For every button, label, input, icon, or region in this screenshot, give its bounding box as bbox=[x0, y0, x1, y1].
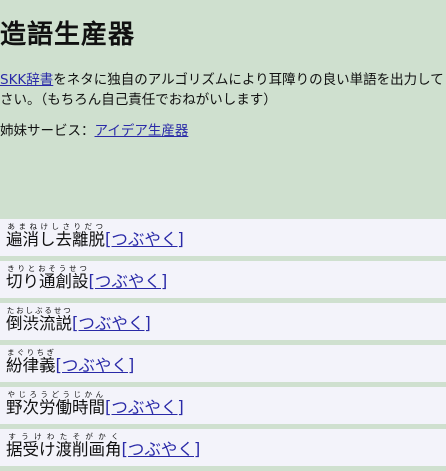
generated-word: 野次労働時間やじろうどうじかん bbox=[6, 390, 105, 417]
word-reading: きりとおそうせつ bbox=[6, 264, 89, 273]
tweet-link[interactable]: [つぶやく] bbox=[105, 398, 184, 417]
skk-dictionary-link[interactable]: SKK辞書 bbox=[0, 72, 53, 88]
word-reading: まぐりちぎ bbox=[6, 348, 56, 357]
sister-service: 姉妹サービス：アイデア生産器 bbox=[0, 119, 188, 139]
word-reading: たおしぶるせつ bbox=[6, 306, 72, 315]
generated-word: 倒渋流説たおしぶるせつ bbox=[6, 306, 72, 333]
results-list: 遍消し去離脱あまねけしさりだつ[つぶやく] 切り通創設きりとおそうせつ[つぶやく… bbox=[0, 219, 446, 471]
result-row: 野次労働時間やじろうどうじかん[つぶやく] bbox=[0, 387, 446, 424]
word-reading: あまねけしさりだつ bbox=[6, 222, 105, 231]
idea-generator-link[interactable]: アイデア生産器 bbox=[95, 123, 189, 139]
generated-word: 紛律義まぐりちぎ bbox=[6, 348, 56, 375]
result-row: 据受け渡削画角すうけわたそがかく[つぶやく] bbox=[0, 429, 446, 466]
result-row: 倒渋流説たおしぶるせつ[つぶやく] bbox=[0, 303, 446, 340]
tweet-link[interactable]: [つぶやく] bbox=[56, 356, 135, 375]
generated-word: 遍消し去離脱あまねけしさりだつ bbox=[6, 222, 105, 249]
word-reading: すうけわたそがかく bbox=[6, 432, 122, 441]
sister-service-label: 姉妹サービス： bbox=[0, 123, 95, 139]
result-row: 紛律義まぐりちぎ[つぶやく] bbox=[0, 345, 446, 382]
result-row: 遍消し去離脱あまねけしさりだつ[つぶやく] bbox=[0, 219, 446, 256]
word-reading: やじろうどうじかん bbox=[6, 390, 105, 399]
tweet-link[interactable]: [つぶやく] bbox=[72, 314, 151, 333]
generated-word: 切り通創設きりとおそうせつ bbox=[6, 264, 89, 291]
intro-line1-text: をネタに独自のアルゴリズムにより耳障りの良い単語を出力して bbox=[53, 72, 444, 88]
result-row: 切り通創設きりとおそうせつ[つぶやく] bbox=[0, 261, 446, 298]
tweet-link[interactable]: [つぶやく] bbox=[105, 230, 184, 249]
tweet-link[interactable]: [つぶやく] bbox=[89, 272, 168, 291]
intro-text: SKK辞書をネタに独自のアルゴリズムにより耳障りの良い単語を出力して さい。（も… bbox=[0, 70, 446, 110]
page-title: 造語生産器 bbox=[0, 20, 136, 50]
intro-line2-text: さい。（もちろん自己責任でおねがいします） bbox=[0, 92, 277, 108]
